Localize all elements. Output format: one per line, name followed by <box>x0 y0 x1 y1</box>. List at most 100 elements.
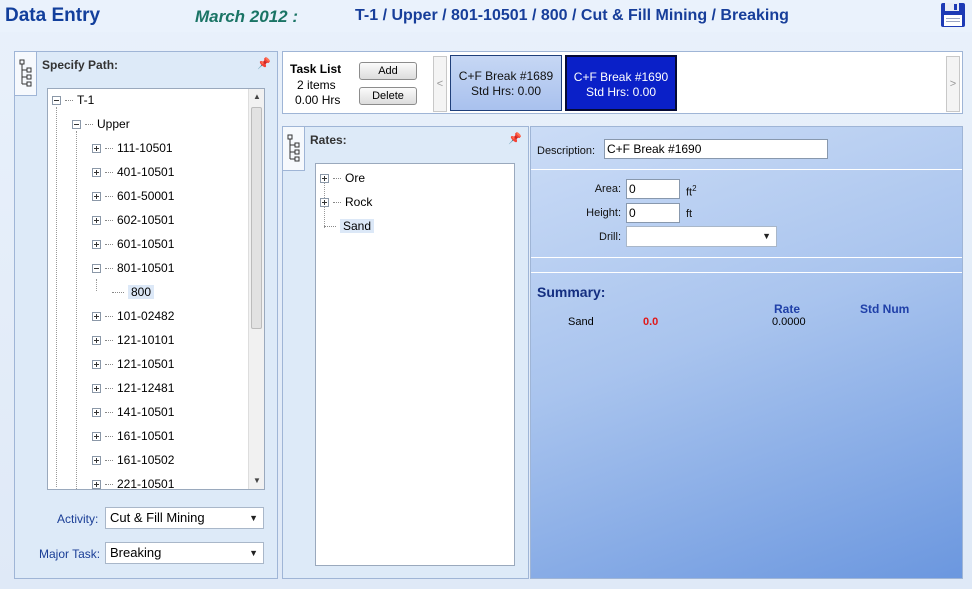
tree-view-icon <box>287 134 300 162</box>
task-card-name: C+F Break #1690 <box>573 70 669 84</box>
tree-node-111-10501[interactable]: 111-10501 <box>92 138 173 158</box>
task-card-hours: Std Hrs: 0.00 <box>470 84 542 98</box>
height-label: Height: <box>586 207 621 219</box>
expand-icon[interactable] <box>92 336 101 346</box>
tree-node-221-10501[interactable]: 221-10501 <box>92 474 174 489</box>
expand-icon[interactable] <box>92 384 101 394</box>
rates-panel: Rates: 📌 Ore Rock Sand <box>282 126 529 579</box>
expand-icon[interactable] <box>92 312 101 322</box>
chevron-down-icon: ▼ <box>249 548 258 558</box>
task-list-panel: Task List 2 items 0.00 Hrs Add Delete < … <box>282 51 963 114</box>
tree-node-601-50001[interactable]: 601-50001 <box>92 186 174 206</box>
collapse-icon[interactable] <box>72 120 81 130</box>
tree-node-601-10501[interactable]: 601-10501 <box>92 234 174 254</box>
tree-node-161-10501[interactable]: 161-10501 <box>92 426 174 446</box>
area-unit: ft2 <box>686 184 697 199</box>
scroll-down-arrow[interactable]: ▼ <box>249 473 264 489</box>
tree-node-121-10501[interactable]: 121-10501 <box>92 354 174 374</box>
tree-node-upper[interactable]: Upper <box>72 114 130 134</box>
expand-icon[interactable] <box>92 456 101 466</box>
scroll-up-arrow[interactable]: ▲ <box>249 89 264 105</box>
task-count: 2 items <box>297 78 336 92</box>
summary-row-value: 0.0 <box>643 316 659 328</box>
rates-tree[interactable]: Ore Rock Sand <box>315 163 515 566</box>
activity-label: Activity: <box>57 512 99 526</box>
description-label: Description: <box>537 145 596 157</box>
chevron-down-icon: ▼ <box>762 231 771 241</box>
save-button[interactable] <box>940 2 966 28</box>
path-tree-tab[interactable] <box>15 52 37 96</box>
expand-icon[interactable] <box>92 144 101 154</box>
tree-view-icon <box>19 59 32 87</box>
tree-node-101-02482[interactable]: 101-02482 <box>92 306 174 326</box>
summary-title: Summary: <box>537 284 606 300</box>
task-hours: 0.00 Hrs <box>295 93 341 107</box>
task-card-name: C+F Break #1689 <box>458 69 554 83</box>
height-input[interactable]: 0 <box>626 203 680 223</box>
pin-icon[interactable]: 📌 <box>257 57 271 70</box>
specify-path-title: Specify Path: <box>42 58 119 72</box>
expand-icon[interactable] <box>92 240 101 250</box>
rate-column-header: Rate <box>774 302 801 316</box>
delete-task-button[interactable]: Delete <box>359 87 417 105</box>
tree-node-800[interactable]: 800 <box>112 282 155 302</box>
area-label: Area: <box>594 183 621 195</box>
detail-panel: Description: C+F Break #1690 Area: 0 ft2… <box>530 126 963 579</box>
chevron-down-icon: ▼ <box>249 513 258 523</box>
header-bar: Data Entry March 2012 : T-1 / Upper / 80… <box>0 0 972 32</box>
expand-icon[interactable] <box>92 168 101 178</box>
rates-item-rock[interactable]: Rock <box>320 192 372 212</box>
tree-node-801-10501[interactable]: 801-10501 <box>92 258 174 278</box>
expand-icon[interactable] <box>92 408 101 418</box>
collapse-icon[interactable] <box>92 264 101 274</box>
task-card-hours: Std Hrs: 0.00 <box>585 85 657 99</box>
major-task-value: Breaking <box>110 545 162 560</box>
app-title: Data Entry <box>5 5 101 26</box>
tree-node-121-10101[interactable]: 121-10101 <box>92 330 174 350</box>
task-list-title: Task List <box>290 62 342 76</box>
rates-tree-tab[interactable] <box>283 127 305 171</box>
expand-icon[interactable] <box>92 480 101 489</box>
period-label: March 2012 : <box>195 7 298 26</box>
summary-row-rate: 0.0000 <box>772 316 806 328</box>
pin-icon[interactable]: 📌 <box>508 132 522 145</box>
tree-scrollbar[interactable]: ▲ ▼ <box>248 89 264 489</box>
path-tree[interactable]: T-1 Upper 111-10501 401-10501 601-50001 602-1… <box>47 88 265 490</box>
expand-icon[interactable] <box>320 174 329 184</box>
tree-node-401-10501[interactable]: 401-10501 <box>92 162 174 182</box>
description-input[interactable]: C+F Break #1690 <box>604 139 828 159</box>
scroll-thumb[interactable] <box>251 107 262 329</box>
task-card[interactable]: C+F Break #1689 Std Hrs: 0.00 <box>450 55 562 111</box>
breadcrumb: T-1 / Upper / 801-10501 / 800 / Cut & Fi… <box>355 7 789 24</box>
drill-label: Drill: <box>599 231 621 243</box>
task-prev-button[interactable]: < <box>433 56 447 112</box>
rates-title: Rates: <box>310 133 347 147</box>
activity-select[interactable]: Cut & Fill Mining ▼ <box>105 507 264 529</box>
major-task-label: Major Task: <box>39 547 101 561</box>
expand-icon[interactable] <box>92 192 101 202</box>
expand-icon[interactable] <box>92 360 101 370</box>
expand-icon[interactable] <box>92 432 101 442</box>
tree-node-t-1[interactable]: T-1 <box>52 90 94 110</box>
rates-item-ore[interactable]: Ore <box>320 168 365 188</box>
expand-icon[interactable] <box>320 198 329 208</box>
rates-item-sand[interactable]: Sand <box>324 216 375 236</box>
tree-node-602-10501[interactable]: 602-10501 <box>92 210 174 230</box>
specify-path-panel: Specify Path: 📌 T-1 Upper 111-10501 401-105… <box>14 51 278 579</box>
task-next-button[interactable]: > <box>946 56 960 112</box>
expand-icon[interactable] <box>92 216 101 226</box>
major-task-select[interactable]: Breaking ▼ <box>105 542 264 564</box>
drill-select[interactable]: ▼ <box>626 226 777 247</box>
std-num-column-header: Std Num <box>860 302 910 316</box>
height-unit: ft <box>686 208 693 220</box>
activity-value: Cut & Fill Mining <box>110 510 205 525</box>
summary-row-name: Sand <box>568 316 594 328</box>
add-task-button[interactable]: Add <box>359 62 417 80</box>
tree-node-161-10502[interactable]: 161-10502 <box>92 450 174 470</box>
task-card-selected[interactable]: C+F Break #1690 Std Hrs: 0.00 <box>565 55 677 111</box>
collapse-icon[interactable] <box>52 96 61 106</box>
tree-node-141-10501[interactable]: 141-10501 <box>92 402 174 422</box>
tree-node-121-12481[interactable]: 121-12481 <box>92 378 174 398</box>
floppy-disk-icon <box>941 3 965 27</box>
area-input[interactable]: 0 <box>626 179 680 199</box>
